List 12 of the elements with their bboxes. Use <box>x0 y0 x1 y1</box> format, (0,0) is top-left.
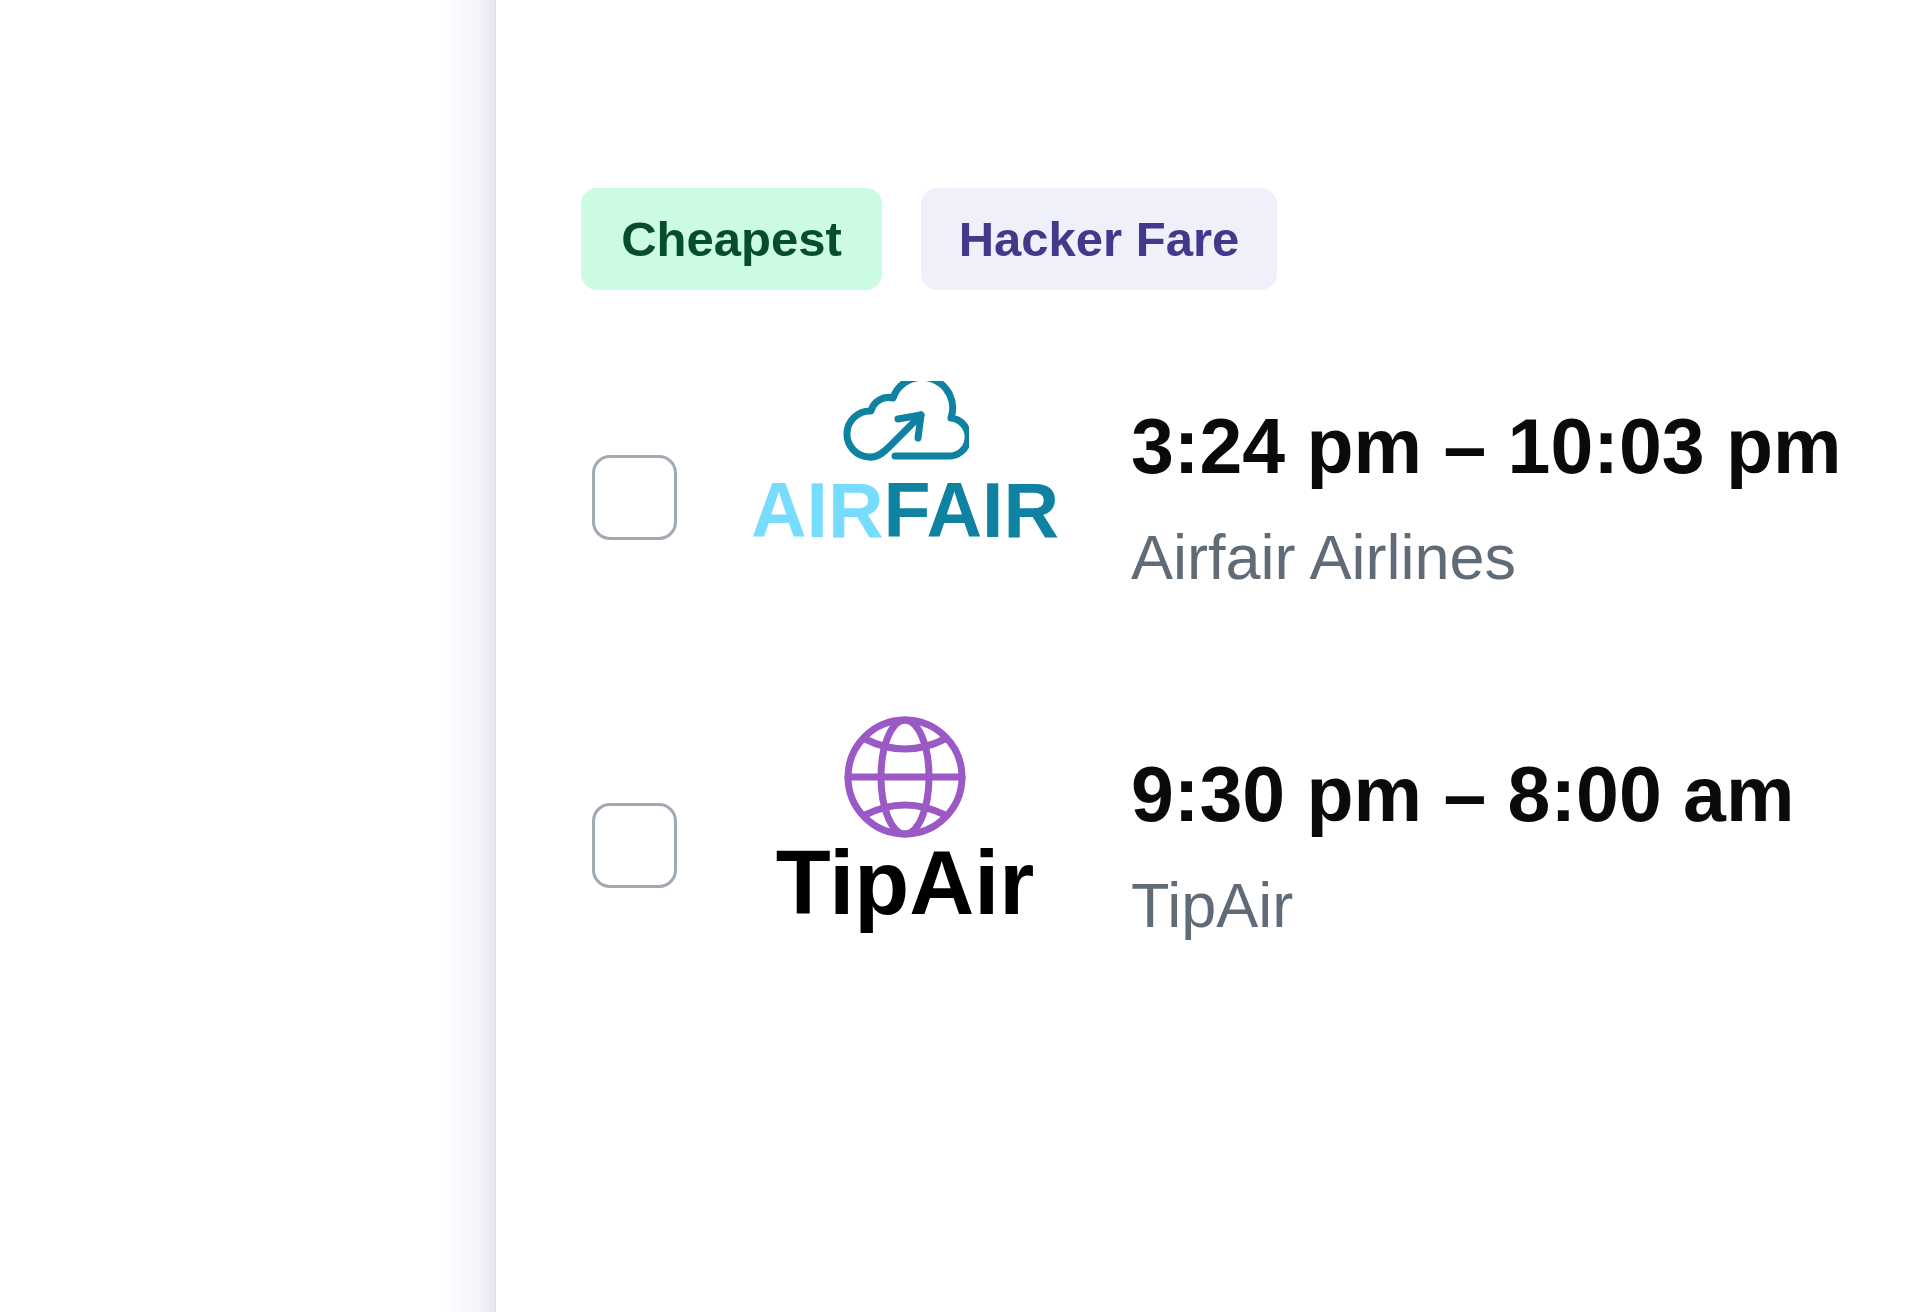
logo-wordmark: AIRFAIR <box>751 466 1059 555</box>
cloud-plane-icon <box>841 381 969 461</box>
checkbox[interactable] <box>592 803 677 889</box>
fare-tag: Hacker Fare <box>921 188 1277 290</box>
globe-icon <box>843 714 967 839</box>
airline-name: Airfair Airlines <box>1131 520 1518 594</box>
checkbox[interactable] <box>592 455 677 541</box>
flight-times: 3:24 pm – 10:03 pm <box>1131 401 1842 491</box>
flight-times: 9:30 pm – 8:00 am <box>1131 749 1795 839</box>
airline-name: TipAir <box>1131 868 1295 942</box>
logo-wordmark: TipAir <box>775 831 1035 935</box>
fare-tag: Cheapest <box>581 188 882 290</box>
